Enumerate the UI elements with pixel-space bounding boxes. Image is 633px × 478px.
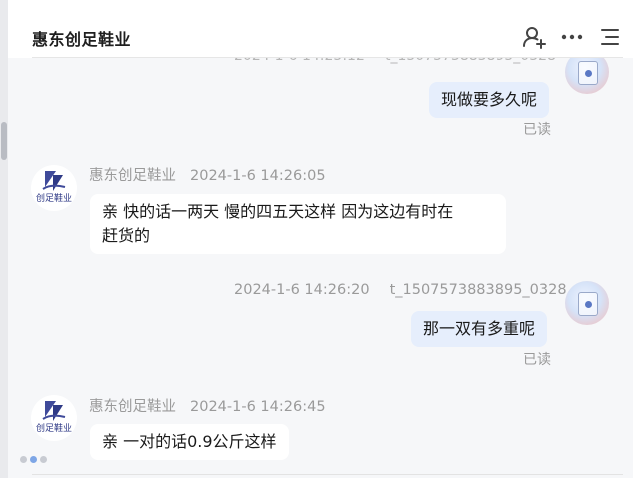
sender-name: t_1507573883895_0328 <box>389 282 567 298</box>
pager-dots <box>20 449 50 468</box>
add-user-icon[interactable] <box>521 24 547 50</box>
message-meta: 惠东创足鞋业 2024-1-6 14:26:45 <box>89 395 326 416</box>
chat-header: 惠东创足鞋业 <box>8 0 633 58</box>
message-time: 2024-1-6 14:26:45 <box>190 399 326 415</box>
message-line: 赶货的 <box>102 226 151 245</box>
sender-name: 惠东创足鞋业 <box>89 168 176 184</box>
shop-avatar[interactable]: 创足鞋业 <box>31 165 77 211</box>
message-meta: 2024-1-6 14:26:20 t_1507573883895_0328 <box>234 282 567 298</box>
message-bubble-out: 现做要多久呢 <box>429 82 550 118</box>
menu-icon[interactable] <box>597 24 623 50</box>
user-avatar[interactable] <box>565 281 609 325</box>
read-status: 已读 <box>523 122 551 138</box>
shop-logo-text: 创足鞋业 <box>36 192 72 204</box>
pager-dot[interactable] <box>40 456 47 463</box>
pager-dot[interactable] <box>20 456 27 463</box>
scrollbar-thumb[interactable] <box>1 122 7 160</box>
message-bubble-in: 亲 一对的话0.9公斤这样 <box>90 424 289 460</box>
message-bubble-in: 亲 快的话一两天 慢的四五天这样 因为这边有时在 赶货的 <box>90 194 506 254</box>
shop-avatar[interactable]: 创足鞋业 <box>31 395 77 441</box>
pager-dot-active[interactable] <box>30 456 37 463</box>
message-line: 亲 快的话一两天 慢的四五天这样 因为这边有时在 <box>102 202 454 221</box>
message-meta: 惠东创足鞋业 2024-1-6 14:26:05 <box>89 164 326 185</box>
chat-title: 惠东创足鞋业 <box>32 30 132 49</box>
read-status: 已读 <box>523 352 551 368</box>
user-avatar-image <box>578 61 598 85</box>
user-avatar-image <box>578 292 598 316</box>
message-time: 2024-1-6 14:26:05 <box>190 168 326 184</box>
message-bubble-out: 那一双有多重呢 <box>411 311 548 347</box>
shop-logo-text: 创足鞋业 <box>36 422 72 434</box>
message-time: 2024-1-6 14:26:20 <box>234 282 370 298</box>
input-divider <box>32 474 623 475</box>
sender-name: 惠东创足鞋业 <box>89 399 176 415</box>
header-divider <box>32 57 623 58</box>
more-icon[interactable] <box>559 24 585 50</box>
left-scrollbar[interactable] <box>0 0 8 478</box>
